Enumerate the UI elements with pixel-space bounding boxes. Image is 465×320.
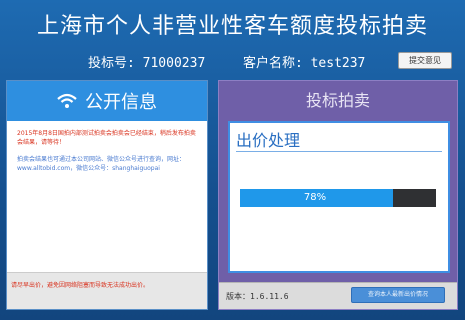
bid-info: 投标号: 71000237 客户名称: test237 bbox=[88, 52, 365, 71]
progress-bar: 78% bbox=[240, 189, 436, 207]
bid-no-label: 投标号: bbox=[88, 56, 135, 71]
query-bid-button[interactable]: 查询本人最新出价情况 bbox=[351, 287, 445, 303]
bidding-footer: 版本：1.6.11.6 查询本人最新出价情况 bbox=[219, 282, 457, 309]
client-name: test237 bbox=[310, 56, 366, 71]
client-name-label: 客户名称: bbox=[242, 56, 303, 71]
public-info-header: 公开信息 bbox=[7, 81, 207, 121]
public-info-title: 公开信息 bbox=[85, 92, 157, 113]
progress-percent: 78% bbox=[303, 192, 327, 203]
dialog-title: 出价处理 bbox=[236, 131, 301, 150]
message-item: 拍卖会结果也可通过本公司网站、微信公众号进行查询，网址：www.alltobid… bbox=[17, 156, 186, 172]
dialog-divider bbox=[236, 151, 442, 152]
warning-text: 请尽早出价，避免因网络阻塞而导致无法成功出价。 bbox=[11, 282, 150, 289]
wifi-icon bbox=[57, 93, 77, 109]
warning-bar: 请尽早出价，避免因网络阻塞而导致无法成功出价。 bbox=[7, 272, 207, 309]
message-item: 2015年8月8日国拍内部测试拍卖会拍卖会已经结束，稍后发布拍卖会结果，请等待！ bbox=[17, 130, 196, 146]
version-label: 版本：1.6.11.6 bbox=[226, 292, 289, 301]
page-title: 上海市个人非营业性客车额度投标拍卖 bbox=[36, 14, 428, 39]
public-info-messages: 2015年8月8日国拍内部测试拍卖会拍卖会已经结束，稍后发布拍卖会结果，请等待！… bbox=[7, 121, 207, 189]
bid-processing-dialog: 出价处理 78% bbox=[228, 121, 450, 273]
bid-no: 71000237 bbox=[142, 56, 206, 71]
feedback-button[interactable]: 提交意见 bbox=[398, 52, 452, 69]
public-info-panel: 公开信息 2015年8月8日国拍内部测试拍卖会拍卖会已经结束，稍后发布拍卖会结果… bbox=[6, 80, 208, 310]
bidding-title: 投标拍卖 bbox=[305, 91, 370, 110]
